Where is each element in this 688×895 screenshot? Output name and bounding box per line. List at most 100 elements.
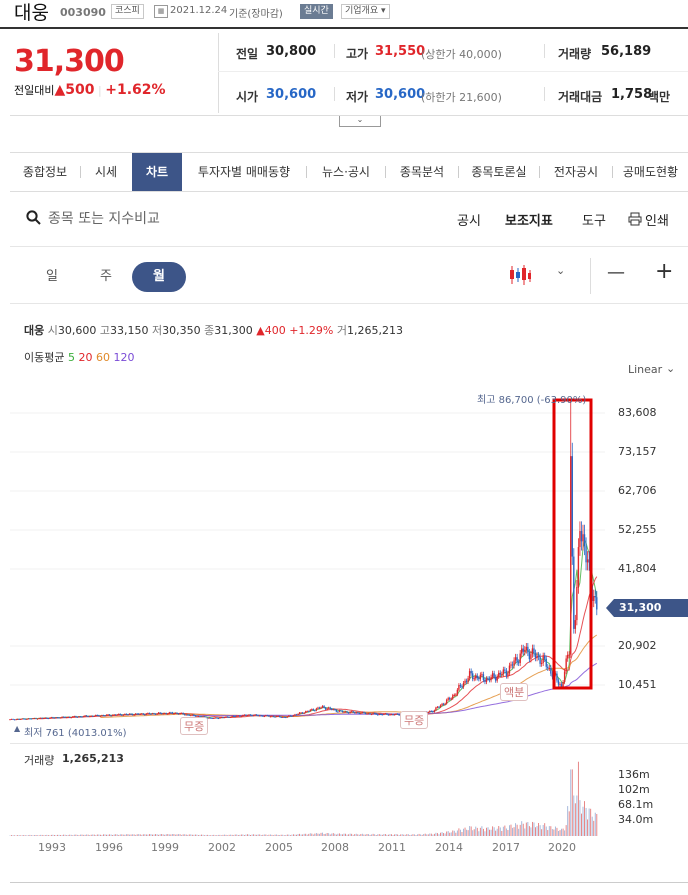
- candle-body: [98, 715, 100, 717]
- candle-body: [108, 714, 111, 716]
- candle-body: [61, 716, 63, 718]
- company-info-button[interactable]: 기업개요 ▾: [341, 4, 390, 19]
- notice-button[interactable]: 공시: [457, 210, 481, 229]
- tab-summary[interactable]: 종합정보: [10, 153, 80, 191]
- candle-body: [548, 667, 550, 669]
- candle-body: [268, 715, 270, 717]
- zoom-out-button[interactable]: —: [607, 262, 625, 283]
- x-tick: 2002: [208, 841, 236, 854]
- event-label: 액분: [500, 683, 529, 701]
- candle-body: [343, 711, 345, 713]
- candle-body: [49, 717, 51, 719]
- candle-body: [355, 712, 357, 714]
- candle-body: [377, 714, 379, 716]
- candle-body: [318, 707, 321, 709]
- candlestick-icon[interactable]: [508, 264, 532, 286]
- period-week[interactable]: 주: [86, 262, 126, 292]
- scale-select[interactable]: Linear: [628, 363, 662, 376]
- candle-body: [521, 648, 523, 654]
- candle-body: [545, 658, 547, 667]
- search-box[interactable]: 종목 또는 지수비교: [26, 208, 246, 228]
- chevron-down-icon[interactable]: ⌄: [556, 264, 565, 277]
- candle-body: [133, 714, 135, 716]
- volume-tick: 34.0m: [618, 813, 654, 826]
- candle-body: [46, 717, 48, 719]
- candle-body: [33, 718, 36, 720]
- chevron-down-icon[interactable]: ⌄: [339, 116, 381, 127]
- candle-body: [65, 717, 68, 719]
- candle-body: [219, 717, 221, 719]
- candle-body: [64, 716, 66, 718]
- tab-disclosure[interactable]: 전자공시: [540, 153, 612, 191]
- up-arrow-icon: ▲: [14, 724, 21, 733]
- volume-label: 거: [336, 324, 347, 337]
- tab-news[interactable]: 뉴스·공시: [307, 153, 385, 191]
- candle-body: [248, 714, 250, 716]
- candle-body: [556, 673, 558, 681]
- legend-high: 33,150: [110, 324, 149, 337]
- chevron-down-icon[interactable]: ⌄: [666, 362, 675, 375]
- candle-body: [507, 673, 509, 677]
- candle-body: [432, 711, 434, 713]
- x-tick: 2014: [435, 841, 463, 854]
- candle-body: [458, 685, 460, 690]
- price-chart[interactable]: [0, 380, 688, 850]
- candle-body: [291, 715, 293, 717]
- candle-body: [444, 703, 446, 705]
- realtime-button[interactable]: 실시간: [300, 4, 333, 19]
- candle-body: [438, 706, 440, 708]
- candle-body: [482, 674, 485, 681]
- candle-body: [309, 709, 311, 712]
- tab-analysis[interactable]: 종목분석: [386, 153, 458, 191]
- candle-body: [159, 712, 161, 714]
- tab-chart[interactable]: 차트: [132, 153, 182, 191]
- search-input[interactable]: 종목 또는 지수비교: [48, 208, 160, 228]
- candle-body: [9, 719, 11, 721]
- x-tick: 2008: [321, 841, 349, 854]
- candle-body: [67, 716, 69, 718]
- candle-body: [387, 714, 390, 716]
- candle-body: [547, 666, 549, 669]
- candle-body: [502, 669, 505, 675]
- candle-body: [327, 707, 330, 709]
- print-button[interactable]: 인쇄: [645, 210, 669, 229]
- tab-discussion[interactable]: 종목토론실: [459, 153, 539, 191]
- tab-investor[interactable]: 투자자별 매매동향: [182, 153, 306, 191]
- cell-divider: [544, 87, 545, 101]
- stock-code: 003090: [60, 6, 106, 19]
- candle-body: [346, 711, 348, 713]
- tab-short-selling[interactable]: 공매도현황: [613, 153, 688, 191]
- zoom-in-button[interactable]: +: [655, 259, 673, 284]
- candle-body: [317, 707, 319, 709]
- candle-body: [229, 716, 232, 718]
- period-month[interactable]: 월: [132, 262, 186, 292]
- tab-price[interactable]: 시세: [81, 153, 131, 191]
- candle-body: [88, 716, 91, 718]
- candle-body: [255, 714, 258, 716]
- y-tick: 41,804: [618, 562, 657, 575]
- candle-body: [461, 686, 463, 688]
- volume-title: 거래량: [24, 754, 55, 767]
- period-day[interactable]: 일: [32, 262, 72, 292]
- candle-body: [115, 714, 117, 716]
- print-icon[interactable]: [628, 211, 642, 226]
- candle-body: [269, 716, 272, 718]
- indicator-button[interactable]: 보조지표: [505, 210, 553, 229]
- candle-body: [476, 675, 478, 679]
- candle-body: [593, 596, 595, 601]
- volume-tick: 68.1m: [618, 798, 654, 811]
- open-label: 시: [47, 324, 58, 337]
- candle-body: [118, 713, 120, 715]
- candle-body: [378, 714, 380, 716]
- candle-body: [530, 654, 532, 660]
- tools-button[interactable]: 도구: [582, 210, 606, 229]
- candle-body: [240, 716, 243, 718]
- ohlc-legend: 대웅 시30,600 고33,150 저30,350 종31,300 ▲400 …: [24, 322, 403, 338]
- candle-body: [50, 717, 53, 719]
- candle-body: [142, 713, 144, 715]
- candle-body: [392, 714, 394, 716]
- cell-divider: [544, 44, 545, 58]
- lower-limit: (하한가 21,600): [421, 91, 502, 104]
- candle-body: [508, 665, 511, 674]
- candle-body: [522, 648, 524, 652]
